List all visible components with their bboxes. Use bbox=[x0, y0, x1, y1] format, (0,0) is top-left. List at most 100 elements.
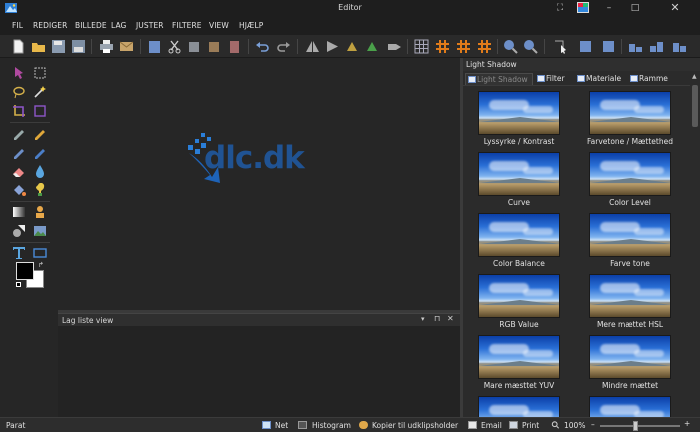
swap-colors-icon[interactable]: ↱ bbox=[38, 261, 44, 269]
panel-close-icon[interactable]: ✕ bbox=[447, 314, 454, 323]
crop-icon[interactable] bbox=[578, 39, 593, 54]
toolbox-separator bbox=[10, 122, 50, 123]
magic-wand-icon[interactable] bbox=[33, 85, 47, 99]
pointer-icon[interactable] bbox=[553, 39, 568, 54]
flip-horizontal-icon[interactable] bbox=[305, 39, 320, 54]
canvas-area[interactable]: dlc.dk bbox=[58, 58, 460, 310]
menu-billede[interactable]: BILLEDE bbox=[75, 21, 107, 30]
preset-mere-maettet-hsl[interactable]: Mere mættet HSL bbox=[582, 270, 682, 330]
skin-button[interactable] bbox=[576, 2, 590, 14]
zoom-slider[interactable] bbox=[600, 421, 680, 431]
menu-lag[interactable]: LAG bbox=[111, 21, 126, 30]
zoom-in-icon[interactable] bbox=[503, 39, 518, 54]
histogram-button[interactable]: Histogram bbox=[312, 421, 351, 430]
open-folder-icon[interactable] bbox=[31, 39, 46, 54]
email-button[interactable]: Email bbox=[481, 421, 502, 430]
new-file-icon[interactable] bbox=[11, 39, 26, 54]
rect-select-icon[interactable] bbox=[33, 66, 47, 80]
menu-view[interactable]: VIEW bbox=[209, 21, 229, 30]
gradient-tool-icon[interactable] bbox=[12, 205, 26, 219]
menu-fil[interactable]: FIL bbox=[12, 21, 23, 30]
flip-vertical-icon[interactable] bbox=[325, 39, 340, 54]
scroll-up-icon[interactable]: ▲ bbox=[692, 73, 697, 80]
close-button[interactable]: ✕ bbox=[655, 2, 695, 14]
copy-clipboard-button[interactable]: Kopier til udklipsholder bbox=[372, 421, 458, 430]
layer-list[interactable] bbox=[58, 326, 460, 418]
align-center-icon[interactable] bbox=[649, 39, 664, 54]
preset-farvetone-maettethed[interactable]: Farvetone / Mættethed bbox=[582, 87, 682, 147]
grid-snap-icon[interactable] bbox=[435, 39, 450, 54]
preset-farve-tone[interactable]: Farve tone bbox=[582, 209, 682, 269]
email-icon[interactable] bbox=[119, 39, 134, 54]
cut-icon[interactable] bbox=[167, 39, 182, 54]
fill-tool-icon[interactable] bbox=[12, 183, 26, 197]
paste-special-icon[interactable] bbox=[207, 39, 222, 54]
image-tool-icon[interactable] bbox=[33, 224, 47, 238]
preset-partial[interactable] bbox=[582, 392, 682, 417]
color-picker-icon[interactable] bbox=[33, 183, 47, 197]
preset-partial[interactable] bbox=[471, 392, 571, 417]
foreground-color-swatch[interactable] bbox=[16, 262, 34, 280]
print-button[interactable]: Print bbox=[522, 421, 539, 430]
zoom-out-button[interactable]: – bbox=[591, 420, 595, 429]
zoom-in-button[interactable]: + bbox=[684, 419, 690, 428]
grid-icon[interactable] bbox=[414, 39, 429, 54]
menu-juster[interactable]: JUSTER bbox=[136, 21, 164, 30]
panel-pin-icon[interactable]: ⊓ bbox=[434, 314, 440, 323]
lasso-icon[interactable] bbox=[12, 85, 26, 99]
transform-tool-icon[interactable] bbox=[33, 104, 47, 118]
grid-lines-icon[interactable] bbox=[477, 39, 492, 54]
airbrush-tool-icon[interactable] bbox=[33, 145, 47, 159]
preset-rgb-value[interactable]: RGB Value bbox=[471, 270, 571, 330]
preset-color-level[interactable]: Color Level bbox=[582, 148, 682, 208]
menu-rediger[interactable]: REDIGER bbox=[33, 21, 67, 30]
blur-tool-icon[interactable] bbox=[33, 164, 47, 178]
scrollbar-thumb[interactable] bbox=[692, 85, 698, 127]
panel-menu-icon[interactable]: ▾ bbox=[421, 315, 425, 323]
zoom-slider-thumb[interactable] bbox=[633, 421, 638, 431]
text-tool-icon[interactable] bbox=[12, 246, 26, 260]
zoom-out-icon[interactable] bbox=[523, 39, 538, 54]
preset-mindre-maettet[interactable]: Mindre mættet bbox=[582, 331, 682, 391]
copy-icon[interactable] bbox=[187, 39, 202, 54]
preset-lyssyrke-kontrast[interactable]: Lyssyrke / Kontrast bbox=[471, 87, 571, 147]
print-icon[interactable] bbox=[99, 39, 114, 54]
eraser-tool-icon[interactable] bbox=[12, 164, 26, 178]
save-icon[interactable] bbox=[51, 39, 66, 54]
paste-icon[interactable] bbox=[147, 39, 162, 54]
rectangle-tool-icon[interactable] bbox=[33, 246, 47, 260]
crop-tool-icon[interactable] bbox=[12, 104, 26, 118]
fullscreen-button[interactable]: ⛶ bbox=[553, 2, 567, 14]
resize-icon[interactable] bbox=[601, 39, 616, 54]
reset-colors-icon[interactable] bbox=[16, 282, 21, 287]
pencil-tool-icon[interactable] bbox=[33, 126, 47, 140]
preset-mare-maesttet-yuv[interactable]: Mare mæsttet YUV bbox=[471, 331, 571, 391]
save-as-icon[interactable] bbox=[71, 39, 86, 54]
rotate-right-icon[interactable] bbox=[365, 39, 380, 54]
tab-filter[interactable]: Filter bbox=[535, 73, 565, 85]
tab-ramme[interactable]: Ramme bbox=[628, 73, 668, 85]
preset-color-balance[interactable]: Color Balance bbox=[471, 209, 571, 269]
clipboard-icon[interactable] bbox=[227, 39, 242, 54]
minimize-button[interactable]: – bbox=[602, 2, 616, 14]
shape-tool-icon[interactable] bbox=[12, 224, 26, 238]
align-left-icon[interactable] bbox=[628, 39, 643, 54]
effects-scrollbar[interactable]: ▲ bbox=[690, 71, 700, 417]
menu-hjaelp[interactable]: HJÆLP bbox=[239, 21, 263, 30]
tab-materiale[interactable]: Materiale bbox=[575, 73, 621, 85]
pen-tool-icon[interactable] bbox=[12, 126, 26, 140]
undo-icon[interactable] bbox=[255, 39, 270, 54]
rotate-left-icon[interactable] bbox=[345, 39, 360, 54]
align-right-icon[interactable] bbox=[672, 39, 687, 54]
move-tool-icon[interactable] bbox=[12, 66, 26, 80]
transform-icon[interactable] bbox=[387, 39, 402, 54]
net-button[interactable]: Net bbox=[275, 421, 288, 430]
preset-curve[interactable]: Curve bbox=[471, 148, 571, 208]
tab-light-shadow[interactable]: Light Shadow bbox=[465, 73, 533, 85]
brush-tool-icon[interactable] bbox=[12, 145, 26, 159]
grid-guides-icon[interactable] bbox=[456, 39, 471, 54]
maximize-button[interactable]: □ bbox=[628, 2, 642, 14]
clone-stamp-icon[interactable] bbox=[33, 205, 47, 219]
menu-filtere[interactable]: FILTERE bbox=[172, 21, 202, 30]
redo-icon[interactable] bbox=[276, 39, 291, 54]
